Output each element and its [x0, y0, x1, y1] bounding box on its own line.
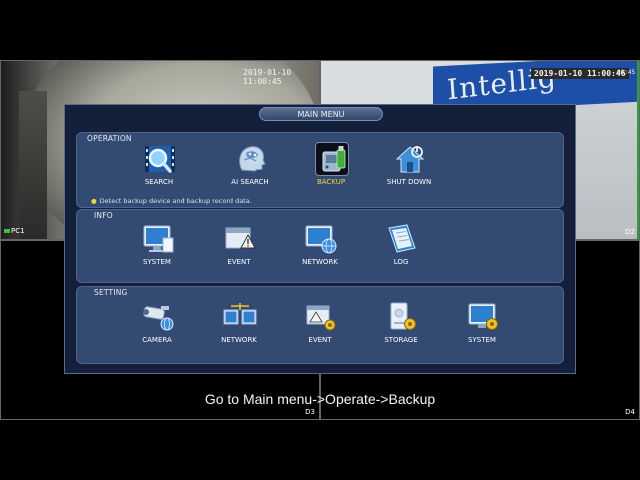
menu-item-label: SHUT DOWN — [386, 178, 432, 186]
menu-item-setting-storage[interactable]: STORAGE — [368, 300, 434, 356]
camera-image-pillar — [19, 91, 47, 239]
section-operation: OPERATION SEARCH AI SEARCH BACKUP SHUT D… — [76, 132, 564, 208]
tile-border-highlight — [637, 61, 639, 239]
recording-indicator-icon — [4, 229, 10, 233]
timestamp: 2019-01-10 11:00:45 — [243, 68, 292, 86]
network-screens-icon — [223, 300, 257, 334]
status-hint: ● Detect backup device and backup record … — [91, 197, 252, 205]
search-film-icon — [143, 142, 177, 176]
menu-item-label: SYSTEM — [468, 336, 496, 344]
menu-item-label: AI SEARCH — [231, 178, 269, 186]
menu-item-info-system[interactable]: SYSTEM — [124, 222, 190, 278]
section-label: SETTING — [94, 288, 128, 297]
channel-label: D3 — [305, 408, 315, 416]
menu-item-info-network[interactable]: NETWORK — [287, 222, 353, 278]
shutdown-house-icon — [393, 142, 427, 176]
event-alarm-icon — [223, 222, 257, 256]
network-globe-icon — [304, 222, 338, 256]
menu-item-label: EVENT — [227, 258, 251, 266]
log-book-icon — [385, 222, 419, 256]
channel-label: D4 — [625, 408, 635, 416]
menu-item-label: BACKUP — [316, 178, 346, 186]
channel-label: PC1 — [4, 227, 25, 235]
menu-item-setting-system[interactable]: SYSTEM — [449, 300, 515, 356]
hint-bullet-icon: ● — [91, 197, 97, 205]
menu-item-setting-event[interactable]: EVENT — [287, 300, 353, 356]
section-setting: SETTING CAMERA NETWORK EVENT STORAGE SYS… — [76, 286, 564, 364]
main-menu-window: MAIN MENU OPERATION SEARCH AI SEARCH BAC… — [64, 104, 576, 374]
menu-item-setting-network[interactable]: NETWORK — [206, 300, 272, 356]
hint-text: Detect backup device and backup record d… — [99, 197, 252, 205]
section-label: INFO — [94, 211, 113, 220]
menu-item-label: STORAGE — [384, 336, 418, 344]
timestamp-tail: 00:45 — [617, 69, 636, 76]
menu-item-backup[interactable]: BACKUP — [298, 142, 364, 198]
menu-title: MAIN MENU — [259, 107, 383, 121]
menu-item-label: LOG — [393, 258, 409, 266]
timestamp: 2019-01-10 11:00:46 — [531, 68, 629, 79]
menu-item-label: SYSTEM — [143, 258, 171, 266]
menu-item-label: NETWORK — [221, 336, 257, 344]
menu-item-setting-camera[interactable]: CAMERA — [124, 300, 190, 356]
menu-item-label: CAMERA — [142, 336, 172, 344]
menu-item-info-event[interactable]: EVENT — [206, 222, 272, 278]
menu-item-ai-search[interactable]: AI SEARCH — [217, 142, 283, 198]
menu-item-info-log[interactable]: LOG — [368, 222, 434, 278]
ai-head-icon — [234, 142, 268, 176]
dvr-screen: 2019-01-10 11:00:45 PC1 Intellig 2019-01… — [0, 0, 640, 480]
system-monitor-icon — [141, 222, 175, 256]
section-info: INFO SYSTEM EVENT NETWORK LOG — [76, 209, 564, 283]
menu-item-label: NETWORK — [302, 258, 338, 266]
system-gear-icon — [466, 300, 500, 334]
storage-gear-icon — [385, 300, 419, 334]
channel-label: D2 — [625, 228, 635, 236]
menu-item-search[interactable]: SEARCH — [126, 142, 192, 198]
event-gear-icon — [304, 300, 338, 334]
menu-titlebar: MAIN MENU — [65, 105, 575, 125]
menu-item-label: EVENT — [308, 336, 332, 344]
video-caption: Go to Main menu->Operate->Backup — [204, 391, 436, 407]
menu-item-label: SEARCH — [144, 178, 174, 186]
menu-item-shut-down[interactable]: SHUT DOWN — [376, 142, 442, 198]
camera-icon — [141, 300, 175, 334]
backup-usb-icon — [315, 142, 349, 176]
